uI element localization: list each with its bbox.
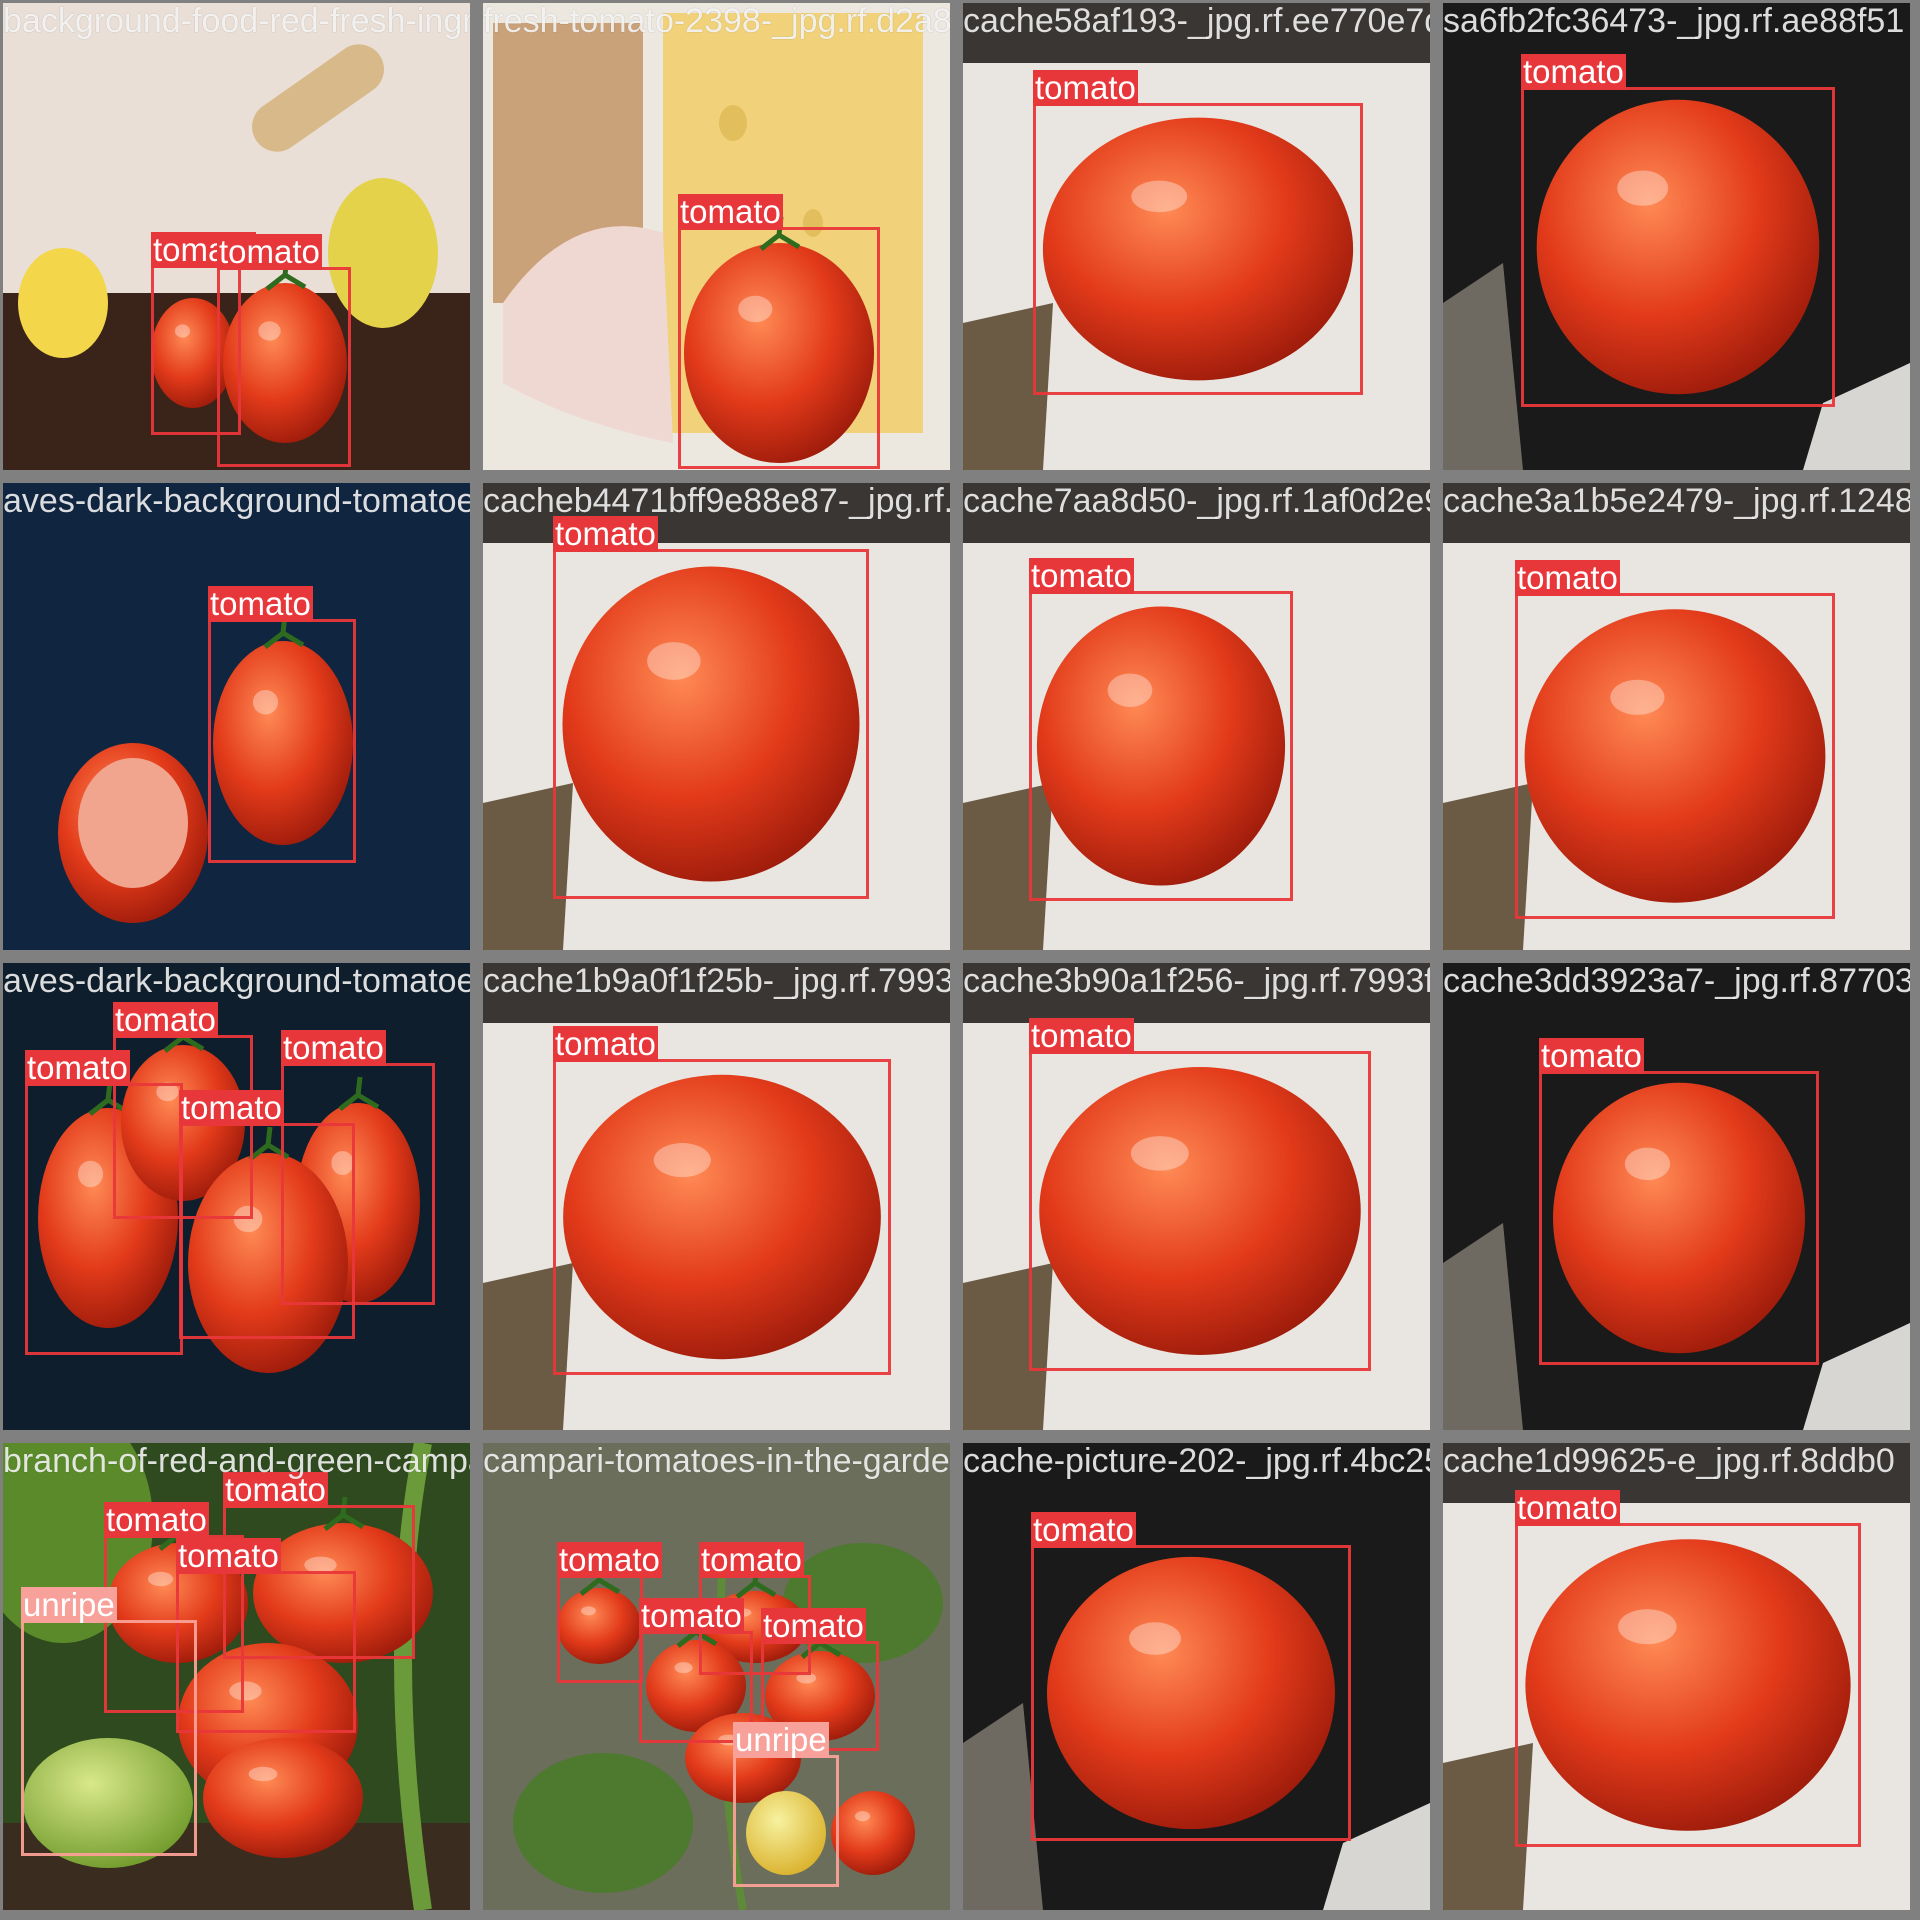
detection-label: tomato — [113, 1001, 218, 1038]
image-tile: cache1d99625-e_jpg.rf.8ddb0 tomato — [1443, 1443, 1910, 1910]
detection-label: tomato — [557, 1541, 662, 1578]
detection-label: tomato — [1029, 1017, 1134, 1054]
tomato-bounding-box: tomato — [1033, 70, 1363, 395]
image-tile: cache58af193-_jpg.rf.ee770e7d2f1c1a23bto… — [963, 3, 1430, 470]
detection-label: tomato — [1539, 1037, 1644, 1074]
image-tile: branch-of-red-and-green-campari-tomatoes… — [3, 1443, 470, 1910]
detection-label: tomato — [553, 515, 658, 552]
detection-label: tomato — [1515, 1489, 1620, 1526]
tomato-bounding-box: tomato — [553, 1026, 891, 1375]
image-tile: cache3b90a1f256-_jpg.rf.7993f3cf tomato — [963, 963, 1430, 1430]
tomato-bounding-box: tomato — [208, 586, 356, 863]
detection-label: tomato — [639, 1597, 744, 1634]
detection-label: tomato — [223, 1471, 328, 1508]
detection-label: tomato — [553, 1025, 658, 1062]
detection-label: tomato — [678, 193, 783, 230]
detection-label: unripe — [21, 1586, 117, 1623]
image-tile: fresh-tomato-2398-_jpg.rf.d2a88b6b3f5a7c… — [483, 3, 950, 470]
detection-label: tomato — [1033, 69, 1138, 106]
detection-label: tomato — [1031, 1511, 1136, 1548]
tomato-fruit — [831, 1791, 915, 1875]
detection-label: tomato — [176, 1537, 281, 1574]
detection-label: tomato — [217, 233, 322, 270]
detection-label: tomato — [25, 1049, 130, 1086]
detection-label: unripe — [733, 1721, 829, 1758]
detection-label: tomato — [761, 1607, 866, 1644]
tomato-bounding-box: tomato — [1539, 1038, 1819, 1365]
image-tile: cache7aa8d50-_jpg.rf.1af0d2e95061b52479t… — [963, 483, 1430, 950]
tomato-bounding-box: tomato — [176, 1538, 356, 1733]
image-tile: aves-dark-background-tomatoes-water-18-_… — [3, 483, 470, 950]
tomato-bounding-box: tomato — [1029, 1018, 1371, 1371]
tomato-fruit — [203, 1738, 363, 1858]
detection-label: tomato — [104, 1501, 209, 1538]
unripe-bounding-box: unripe — [21, 1587, 197, 1856]
image-tile: cacheb4471bff9e88e87-_jpg.rf.1af0d2e9506… — [483, 483, 950, 950]
image-tile: background-food-red-fresh-ingredient-ing… — [3, 3, 470, 470]
detection-label: tomato — [1515, 559, 1620, 596]
tomato-bounding-box: tomato — [1031, 1512, 1351, 1841]
detection-label: tomato — [208, 585, 313, 622]
tomato-bounding-box: tomato — [217, 234, 351, 467]
detection-label: tomato — [179, 1089, 284, 1126]
image-tile: cache3a1b5e2479-_jpg.rf.12482 tomato — [1443, 483, 1910, 950]
tomato-bounding-box: tomato — [1521, 54, 1835, 407]
tomato-bounding-box: tomato — [557, 1542, 662, 1683]
tomato-bounding-box: tomato — [25, 1050, 183, 1355]
mosaic-grid: background-food-red-fresh-ingredient-ing… — [0, 0, 1920, 1920]
detection-label: tomato — [281, 1029, 386, 1066]
image-tile: cache-picture-202-_jpg.rf.4bc2563 tomato — [963, 1443, 1430, 1910]
tomato-bounding-box: tomato — [179, 1090, 355, 1339]
tomato-bounding-box: tomato — [1029, 558, 1293, 901]
detection-label: tomato — [1521, 53, 1626, 90]
detection-label: tomato — [699, 1541, 804, 1578]
tomato-bounding-box: tomato — [1515, 1490, 1861, 1847]
tomato-bounding-box: tomato — [553, 516, 869, 899]
image-tile: cache3dd3923a7-_jpg.rf.87703 tomato — [1443, 963, 1910, 1430]
unripe-bounding-box: unripe — [733, 1722, 839, 1887]
image-tile: cache1b9a0f1f25b-_jpg.rf.7993f3cfdf13d2a… — [483, 963, 950, 1430]
image-tile: campari-tomatoes-in-the-garden-picture-2… — [483, 1443, 950, 1910]
tomato-bounding-box: tomato — [1515, 560, 1835, 919]
tomato-bounding-box: tomato — [678, 194, 880, 469]
detection-label: tomato — [1029, 557, 1134, 594]
image-tile: aves-dark-background-tomatoes-water-137-… — [3, 963, 470, 1430]
image-tile: sa6fb2fc36473-_jpg.rf.ae88f51 tomato — [1443, 3, 1910, 470]
